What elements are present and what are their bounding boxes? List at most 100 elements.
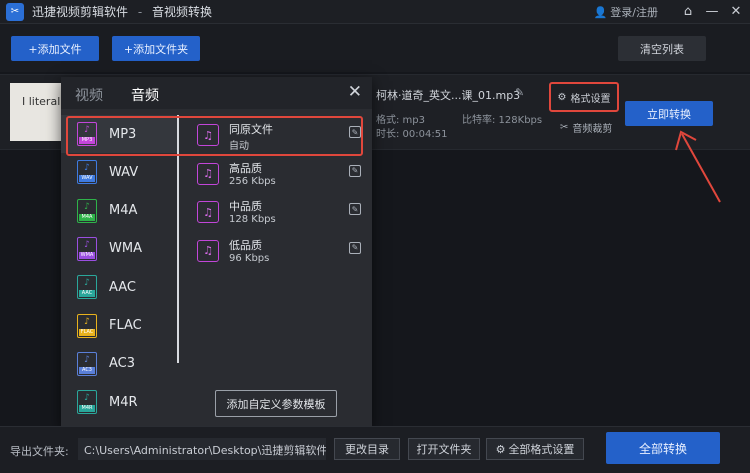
- user-icon: 👤: [593, 5, 608, 19]
- format-label: WAV: [109, 164, 139, 180]
- list-divider: [177, 115, 179, 363]
- format-tag: WMA: [79, 251, 95, 259]
- bottom-bar: 导出文件夹: C:\Users\Administrator\Desktop\迅捷…: [0, 426, 750, 473]
- format-item-flac[interactable]: ♪ FLAC FLAC: [61, 307, 177, 345]
- file-format: 格式: mp3: [376, 115, 425, 126]
- music-note-icon: ♪: [84, 201, 90, 212]
- format-picker-panel: 视频 音频 ✕ ♪ MP3 MP3 ♪ WAV WAV ♪ M4A M4A ♪ WMA WMA ♪ AAC…: [61, 77, 372, 427]
- music-note-icon: ♫: [197, 201, 219, 223]
- music-file-icon: ♪ FLAC: [77, 313, 97, 338]
- music-note-icon: ♪: [84, 278, 90, 289]
- format-item-mp3[interactable]: ♪ MP3 MP3: [61, 115, 177, 153]
- home-icon[interactable]: ⌂: [680, 2, 696, 20]
- format-label: AC3: [109, 356, 136, 372]
- title-bar: ✂ 迅捷视频剪辑软件 - 音视频转换 👤 登录/注册 ⌂ — ✕: [0, 0, 750, 24]
- quality-option[interactable]: ♫ 中品质 128 Kbps ✎: [191, 195, 361, 233]
- quality-option[interactable]: ♫ 低品质 96 Kbps ✎: [191, 234, 361, 272]
- toolbar: +添加文件 +添加文件夹 清空列表: [0, 24, 750, 72]
- quality-name: 高品质: [229, 161, 262, 175]
- edit-icon[interactable]: ✎: [349, 241, 361, 254]
- format-tag: M4A: [79, 213, 95, 221]
- tab-audio[interactable]: 音频: [131, 85, 159, 105]
- rename-pencil-icon[interactable]: ✎: [515, 86, 524, 99]
- format-settings-button[interactable]: ⚙ 格式设置: [549, 82, 619, 112]
- edit-icon[interactable]: ✎: [349, 203, 361, 215]
- change-dir-button[interactable]: 更改目录: [334, 438, 400, 460]
- quality-name: 低品质: [229, 238, 262, 252]
- format-list: ♪ MP3 MP3 ♪ WAV WAV ♪ M4A M4A ♪ WMA WMA ♪ AAC AAC ♪ FLAC…: [61, 109, 177, 427]
- edit-icon[interactable]: ✎: [349, 164, 361, 177]
- audio-cut-label: 音频裁剪: [572, 124, 613, 135]
- format-settings-label: 格式设置: [570, 93, 611, 105]
- tab-video[interactable]: 视频: [75, 85, 103, 105]
- file-name: 柯林·道奇_英文...课_01.mp3: [376, 89, 521, 102]
- music-note-icon: ♪: [84, 354, 90, 365]
- format-tag: FLAC: [79, 328, 95, 336]
- format-item-m4r[interactable]: ♪ M4R M4R: [61, 383, 177, 421]
- clear-list-button[interactable]: 清空列表: [618, 36, 706, 61]
- app-name: 迅捷视频剪辑软件: [32, 5, 129, 19]
- music-file-icon: ♪ M4R: [77, 390, 97, 415]
- edit-icon[interactable]: ✎: [349, 126, 361, 138]
- scissors-icon: ✂: [560, 122, 569, 133]
- music-note-icon: ♪: [84, 125, 90, 135]
- format-label: FLAC: [109, 318, 142, 333]
- music-file-icon: ♪ WAV: [77, 160, 97, 185]
- quality-bitrate: 自动: [229, 141, 249, 152]
- music-file-icon: ♪ AC3: [77, 351, 97, 376]
- output-path-field[interactable]: C:\Users\Administrator\Desktop\迅捷剪辑软件: [78, 438, 326, 460]
- format-item-wma[interactable]: ♪ WMA WMA: [61, 230, 177, 268]
- convert-now-button[interactable]: 立即转换: [625, 101, 713, 126]
- section-title: 音视频转换: [152, 5, 213, 19]
- quality-bitrate: 96 Kbps: [229, 252, 270, 264]
- music-note-icon: ♪: [84, 316, 90, 327]
- music-note-icon: ♫: [197, 162, 219, 185]
- format-label: WMA: [109, 241, 142, 257]
- music-note-icon: ♫: [197, 239, 219, 262]
- format-label: MP3: [109, 126, 137, 142]
- quality-option[interactable]: ♫ 同原文件 自动 ✎: [191, 118, 361, 156]
- convert-all-button[interactable]: 全部转换: [606, 432, 720, 464]
- format-item-m4a[interactable]: ♪ M4A M4A: [61, 192, 177, 230]
- music-file-icon: ♪ WMA: [77, 236, 97, 261]
- quality-name: 同原文件: [229, 123, 273, 136]
- all-format-settings-button[interactable]: ⚙ 全部格式设置: [486, 438, 584, 460]
- music-file-icon: ♪ MP3: [77, 122, 97, 146]
- login-label: 登录/注册: [610, 6, 658, 19]
- open-folder-button[interactable]: 打开文件夹: [408, 438, 480, 460]
- quality-bitrate: 256 Kbps: [229, 175, 276, 187]
- close-panel-icon[interactable]: ✕: [348, 82, 362, 102]
- music-file-icon: ♪ AAC: [77, 275, 97, 300]
- format-tag: M4R: [79, 405, 95, 413]
- music-note-icon: ♪: [84, 163, 90, 174]
- all-format-settings-label: 全部格式设置: [508, 443, 575, 456]
- format-tag: AC3: [79, 366, 95, 374]
- minimize-button[interactable]: —: [704, 2, 720, 20]
- app-logo-icon: ✂: [6, 2, 24, 21]
- format-label: M4R: [109, 394, 138, 410]
- format-tag: AAC: [79, 290, 95, 298]
- format-tag: MP3: [79, 137, 95, 144]
- add-folder-button[interactable]: +添加文件夹: [112, 36, 200, 61]
- format-item-ac3[interactable]: ♪ AC3 AC3: [61, 345, 177, 383]
- format-label: M4A: [109, 203, 138, 219]
- close-window-button[interactable]: ✕: [728, 2, 744, 20]
- quality-name: 中品质: [229, 200, 262, 213]
- format-item-aac[interactable]: ♪ AAC AAC: [61, 268, 177, 306]
- title-separator: -: [137, 5, 143, 19]
- gear-icon: ⚙: [495, 442, 506, 456]
- annotation-arrow-icon: [675, 130, 721, 203]
- add-file-button[interactable]: +添加文件: [11, 36, 99, 61]
- login-link[interactable]: 👤 登录/注册: [594, 4, 658, 20]
- file-duration: 时长: 00:04:51: [376, 129, 448, 140]
- music-file-icon: ♪ M4A: [77, 198, 97, 223]
- audio-cut-button[interactable]: ✂ 音频裁剪: [560, 120, 612, 135]
- add-custom-template-button[interactable]: 添加自定义参数模板: [215, 390, 337, 417]
- format-item-wav[interactable]: ♪ WAV WAV: [61, 153, 177, 191]
- app-title: 迅捷视频剪辑软件 - 音视频转换: [32, 3, 212, 20]
- quality-bitrate: 128 Kbps: [229, 214, 276, 225]
- window-controls: ⌂ — ✕: [680, 2, 744, 20]
- gear-icon: ⚙: [557, 91, 567, 103]
- quality-option[interactable]: ♫ 高品质 256 Kbps ✎: [191, 157, 361, 195]
- music-note-icon: ♪: [84, 393, 90, 404]
